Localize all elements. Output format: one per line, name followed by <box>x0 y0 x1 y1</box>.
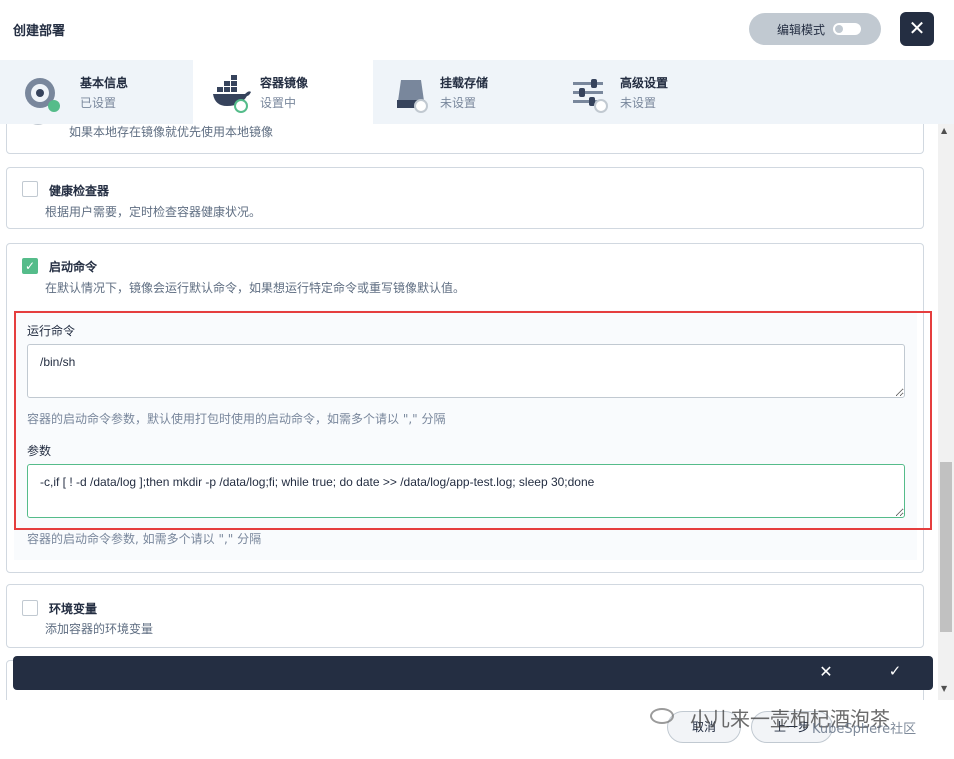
scroll-thumb[interactable] <box>940 462 952 632</box>
toggle-switch[interactable] <box>833 23 861 35</box>
card-local-image: 如果本地存在镜像就优先使用本地镜像 <box>6 124 924 154</box>
modal-header: 创建部署 编辑模式 ✕ <box>0 0 954 60</box>
wechat-icon <box>650 708 674 724</box>
start-command-checkbox[interactable]: ✓ <box>22 258 38 274</box>
toggle-knob <box>835 25 843 33</box>
tab-label: 容器镜像 <box>260 76 309 90</box>
card-title: 启动命令 <box>49 260 98 274</box>
tab-basic-info[interactable]: 基本信息 已设置 <box>0 60 180 124</box>
card-desc: 如果本地存在镜像就优先使用本地镜像 <box>69 125 274 139</box>
watermark-sub: KubeSphere社区 <box>812 722 917 737</box>
storage-icon <box>397 80 428 113</box>
tab-container-image[interactable]: 容器镜像 设置中 <box>193 60 373 124</box>
card-desc: 添加容器的环境变量 <box>45 622 154 636</box>
cancel-icon[interactable]: ✕ <box>816 662 836 681</box>
health-check-checkbox[interactable] <box>22 181 38 197</box>
scrollbar[interactable]: ▲ ▼ <box>938 124 954 700</box>
disc-icon <box>25 78 60 112</box>
close-icon: ✕ <box>908 16 926 40</box>
card-env-vars[interactable]: 环境变量 添加容器的环境变量 <box>6 584 924 648</box>
check-icon: ✓ <box>24 259 36 273</box>
modal-footer: 取消 上一步 小儿来一壶枸杞酒泡茶 KubeSphere社区 <box>0 700 954 759</box>
card-health-check[interactable]: 健康检查器 根据用户需要，定时检查容器健康状况。 <box>6 167 924 229</box>
highlight-box <box>14 311 932 530</box>
confirm-bar: ✕ ✓ <box>13 656 933 690</box>
edit-mode-toggle[interactable]: 编辑模式 <box>749 13 881 45</box>
tab-label: 高级设置 <box>620 76 669 90</box>
tab-label: 挂载存储 <box>440 76 489 90</box>
tab-storage[interactable]: 挂载存储 未设置 <box>373 60 553 124</box>
card-title: 环境变量 <box>49 602 98 616</box>
tab-status: 未设置 <box>620 96 657 110</box>
scroll-up-icon[interactable]: ▲ <box>941 126 947 135</box>
args-hint: 容器的启动命令参数, 如需多个请以 "," 分隔 <box>27 532 262 546</box>
card-title: 健康检查器 <box>49 184 110 198</box>
step-tabs: 基本信息 已设置 容器镜像 设置中 挂载存储 未设置 高级设置 未设置 <box>0 60 954 124</box>
card-desc: 在默认情况下，镜像会运行默认命令，如果想运行特定命令或重写镜像默认值。 <box>45 281 466 295</box>
scroll-down-icon[interactable]: ▼ <box>941 684 947 693</box>
tab-status: 已设置 <box>80 96 117 110</box>
tab-status: 未设置 <box>440 96 477 110</box>
modal-title: 创建部署 <box>13 24 66 39</box>
refresh-icon <box>33 124 43 125</box>
tab-status: 设置中 <box>260 96 297 110</box>
tab-label: 基本信息 <box>80 76 129 90</box>
env-vars-checkbox[interactable] <box>22 600 38 616</box>
sliders-icon <box>573 79 608 113</box>
confirm-icon[interactable]: ✓ <box>885 662 905 680</box>
card-desc: 根据用户需要，定时检查容器健康状况。 <box>45 205 262 219</box>
tab-advanced[interactable]: 高级设置 未设置 <box>553 60 733 124</box>
close-button[interactable]: ✕ <box>900 12 934 46</box>
docker-icon <box>213 75 251 113</box>
edit-mode-label: 编辑模式 <box>777 23 826 37</box>
